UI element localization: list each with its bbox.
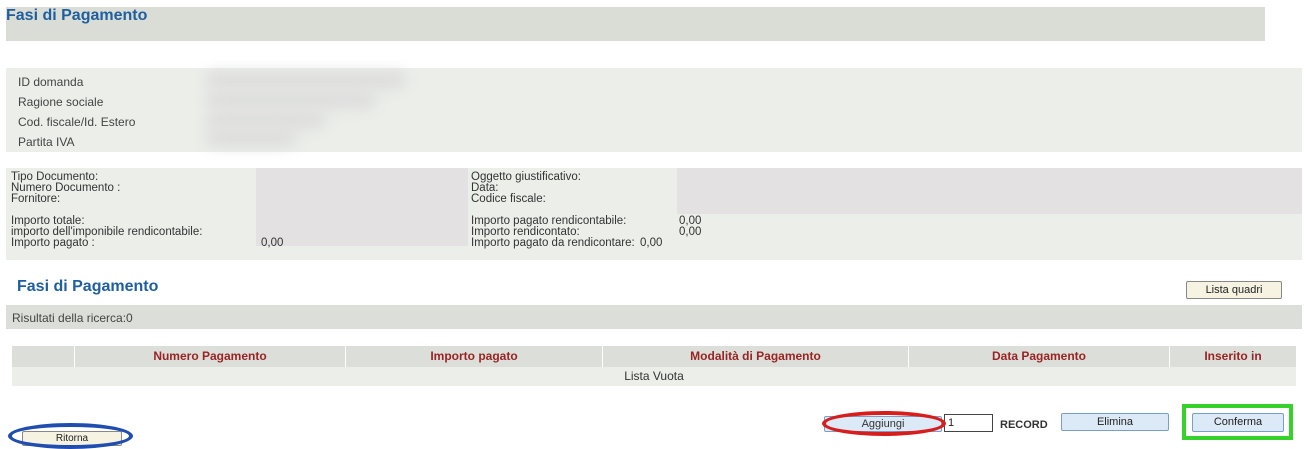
redacted-partita-iva [206,130,296,146]
id-domanda-label: ID domanda [18,75,84,89]
fornitore-label: Fornitore: [11,193,61,205]
table-header: Numero Pagamento Importo pagato Modalità… [12,346,1296,367]
record-label: RECORD [1000,419,1048,431]
application-id-panel: ID domanda Ragione sociale Cod. fiscale/… [6,68,1302,152]
importo-pagato-label: Importo pagato : [11,237,95,249]
column-header-data-pagamento[interactable]: Data Pagamento [909,346,1169,367]
results-bar [6,305,1302,329]
page-header-bar [6,7,1265,41]
column-header-inserito-in[interactable]: Inserito in [1170,346,1296,367]
pagato-da-rendicontare-label: Importo pagato da rendicontare: [471,237,635,249]
codice-fiscale-fornitore-label: Codice fiscale: [471,193,546,205]
column-header-modalita-pagamento[interactable]: Modalità di Pagamento [603,346,908,367]
column-header-importo-pagato[interactable]: Importo pagato [346,346,602,367]
ritorna-button[interactable]: Ritorna [22,431,122,446]
redacted-ragione-sociale [206,92,376,108]
elimina-button[interactable]: Elimina [1061,413,1169,431]
aggiungi-button[interactable]: Aggiungi [824,416,942,432]
pagato-da-rendicontare-value: 0,00 [640,237,663,249]
codice-fiscale-label: Cod. fiscale/Id. Estero [18,115,136,129]
importo-pagato-value: 0,00 [261,237,284,249]
document-right-fields [677,168,1302,214]
results-count-label: Risultati della ricerca:0 [12,311,133,325]
page-title: Fasi di Pagamento [6,7,148,24]
document-left-fields [256,168,468,246]
column-header-select [12,346,74,367]
redacted-codice-fiscale [206,112,326,128]
conferma-button[interactable]: Conferma [1192,413,1284,432]
section-title: Fasi di Pagamento [17,278,159,295]
partita-iva-label: Partita IVA [18,135,75,149]
lista-quadri-button[interactable]: Lista quadri [1186,281,1282,299]
ragione-sociale-label: Ragione sociale [18,95,104,109]
rendicontato-value: 0,00 [679,226,702,238]
empty-list-label: Lista Vuota [624,369,684,383]
redacted-id-domanda [206,72,406,88]
column-header-numero-pagamento[interactable]: Numero Pagamento [75,346,345,367]
record-count-input[interactable] [944,414,993,432]
